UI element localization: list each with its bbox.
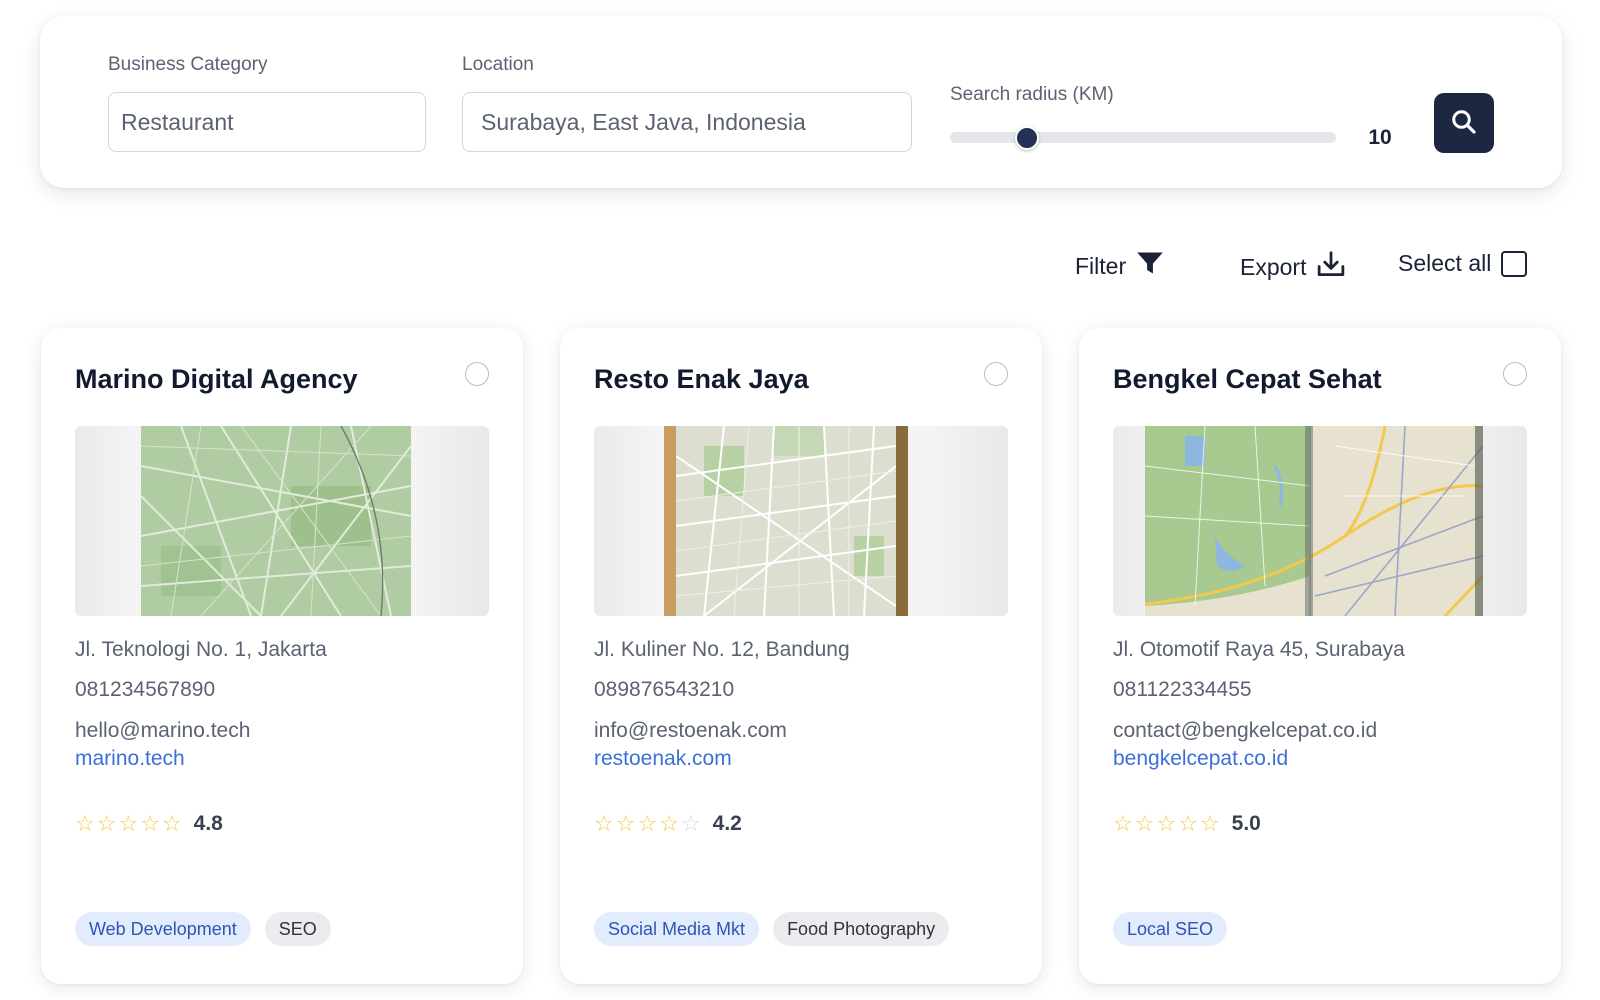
business-category-input[interactable] [108, 92, 426, 152]
business-email: info@restoenak.com [594, 719, 787, 742]
map-image [141, 426, 411, 616]
star-icon: ☆ [118, 811, 139, 836]
filter-button[interactable]: Filter [1075, 250, 1164, 282]
tag: Web Development [75, 912, 251, 946]
map-thumbnail [594, 426, 1008, 616]
star-icon: ☆ [96, 811, 117, 836]
search-radius-value: 10 [1368, 126, 1392, 149]
tag-list: Web Development SEO [75, 912, 331, 946]
map-image [1145, 426, 1483, 616]
star-icon: ☆ [1199, 811, 1220, 836]
rating: ☆ ☆ ☆ ☆ ☆ 4.8 [75, 812, 223, 836]
rating: ☆ ☆ ☆ ☆ ☆ 4.2 [594, 812, 742, 836]
select-all-label: Select all [1398, 250, 1492, 276]
business-phone: 081122334455 [1113, 678, 1252, 701]
location-input[interactable] [462, 92, 912, 152]
star-icon: ☆ [594, 811, 614, 836]
select-all-control[interactable]: Select all [1398, 250, 1528, 277]
star-icon: ☆ [659, 811, 679, 836]
business-website-link[interactable]: restoenak.com [594, 747, 732, 771]
rating-value: 5.0 [1231, 812, 1261, 835]
business-card: Marino Digital Agency Jl. Teknologi No. … [41, 328, 523, 984]
business-website-link[interactable]: marino.tech [75, 747, 185, 771]
tag: Local SEO [1113, 912, 1228, 946]
business-address: Jl. Kuliner No. 12, Bandung [594, 638, 850, 661]
export-label: Export [1240, 253, 1307, 280]
slider-thumb[interactable] [1015, 126, 1040, 150]
card-select-radio[interactable] [1503, 362, 1527, 386]
business-phone: 089876543210 [594, 678, 735, 701]
tag-list: Local SEO [1113, 912, 1228, 946]
star-icon: ☆ [1156, 811, 1177, 836]
star-icon: ☆ [615, 811, 636, 836]
tag: Food Photography [773, 912, 950, 946]
download-icon [1316, 250, 1346, 284]
business-email: hello@marino.tech [75, 719, 251, 742]
star-icon: ☆ [1178, 811, 1198, 836]
tag: Social Media Mkt [594, 912, 760, 946]
business-address: Jl. Otomotif Raya 45, Surabaya [1113, 638, 1405, 661]
business-address: Jl. Teknologi No. 1, Jakarta [75, 638, 327, 661]
search-radius-slider[interactable] [950, 126, 1336, 150]
search-icon [1449, 107, 1479, 140]
star-icon: ☆ [1113, 811, 1133, 836]
star-icon: ☆ [161, 811, 182, 836]
business-email: contact@bengkelcepat.co.id [1113, 719, 1378, 742]
location-label: Location [462, 54, 534, 75]
star-icon: ☆ [140, 811, 160, 836]
business-name: Resto Enak Jaya [594, 364, 809, 394]
rating-value: 4.8 [193, 812, 223, 835]
select-all-checkbox[interactable] [1501, 250, 1528, 277]
business-phone: 081234567890 [75, 678, 216, 701]
map-thumbnail [75, 426, 489, 616]
star-icon: ☆ [1134, 811, 1155, 836]
star-rating: ☆ ☆ ☆ ☆ ☆ [75, 813, 182, 835]
rating-value: 4.2 [712, 812, 742, 835]
business-name: Marino Digital Agency [75, 364, 358, 394]
star-icon: ☆ [75, 811, 95, 836]
map-image [664, 426, 908, 616]
business-category-label: Business Category [108, 54, 268, 75]
star-rating: ☆ ☆ ☆ ☆ ☆ [1113, 813, 1220, 835]
filter-label: Filter [1075, 252, 1127, 279]
card-select-radio[interactable] [465, 362, 489, 386]
tag-list: Social Media Mkt Food Photography [594, 912, 950, 946]
map-thumbnail [1113, 426, 1527, 616]
search-panel: Business Category Location Search radius… [40, 16, 1562, 188]
business-name: Bengkel Cepat Sehat [1113, 364, 1382, 394]
star-icon: ☆ [637, 811, 658, 836]
rating: ☆ ☆ ☆ ☆ ☆ 5.0 [1113, 812, 1261, 836]
business-card: Bengkel Cepat Sehat Jl. Otomotif Raya 45… [1079, 328, 1561, 984]
business-website-link[interactable]: bengkelcepat.co.id [1113, 747, 1288, 771]
card-select-radio[interactable] [984, 362, 1008, 386]
star-rating: ☆ ☆ ☆ ☆ ☆ [594, 813, 701, 835]
search-button[interactable] [1434, 93, 1494, 153]
star-icon: ☆ [680, 811, 701, 836]
export-button[interactable]: Export [1240, 250, 1346, 284]
search-radius-label: Search radius (KM) [950, 84, 1114, 105]
funnel-icon [1136, 250, 1164, 282]
business-card: Resto Enak Jaya Jl. Kuliner No. 12, Band… [560, 328, 1042, 984]
tag: SEO [264, 912, 331, 946]
